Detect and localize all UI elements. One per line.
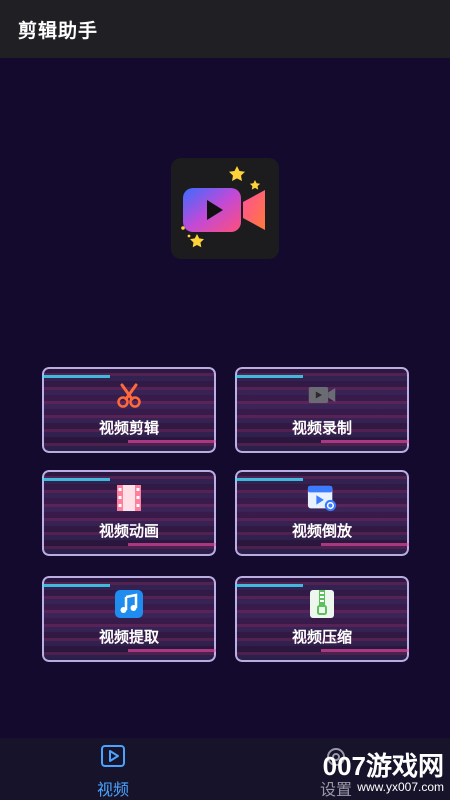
video-edit-label: 视频剪辑 [98, 419, 159, 437]
app-title: 剪辑助手 [18, 19, 99, 42]
video-animation-label: 视频动画 [98, 522, 159, 540]
video-compress-button[interactable]: 视频压缩 [235, 576, 409, 662]
watermark: 007游戏网 www.yx007.com [323, 752, 444, 794]
video-extract-label: 视频提取 [98, 628, 159, 646]
zip-file-icon [307, 590, 337, 618]
reverse-video-icon [307, 484, 337, 512]
video-reverse-label: 视频倒放 [291, 522, 352, 540]
music-note-icon [114, 590, 144, 618]
scissors-icon [114, 381, 144, 409]
nav-video-tab[interactable]: 视频 [83, 744, 143, 800]
video-record-label: 视频录制 [291, 419, 352, 437]
video-camera-icon [307, 381, 337, 409]
watermark-url: www.yx007.com [357, 780, 444, 794]
app-bar: 剪辑助手 [0, 0, 450, 58]
video-animation-button[interactable]: 视频动画 [42, 470, 216, 556]
app-logo [171, 158, 279, 259]
video-record-button[interactable]: 视频录制 [235, 367, 409, 453]
video-compress-label: 视频压缩 [291, 628, 352, 646]
video-edit-button[interactable]: 视频剪辑 [42, 367, 216, 453]
play-square-icon [101, 745, 125, 767]
video-camera-play-icon [181, 166, 265, 248]
video-extract-button[interactable]: 视频提取 [42, 576, 216, 662]
film-strip-icon [114, 484, 144, 512]
video-reverse-button[interactable]: 视频倒放 [235, 470, 409, 556]
watermark-title: 007游戏网 [322, 751, 444, 781]
nav-video-label: 视频 [96, 780, 129, 799]
